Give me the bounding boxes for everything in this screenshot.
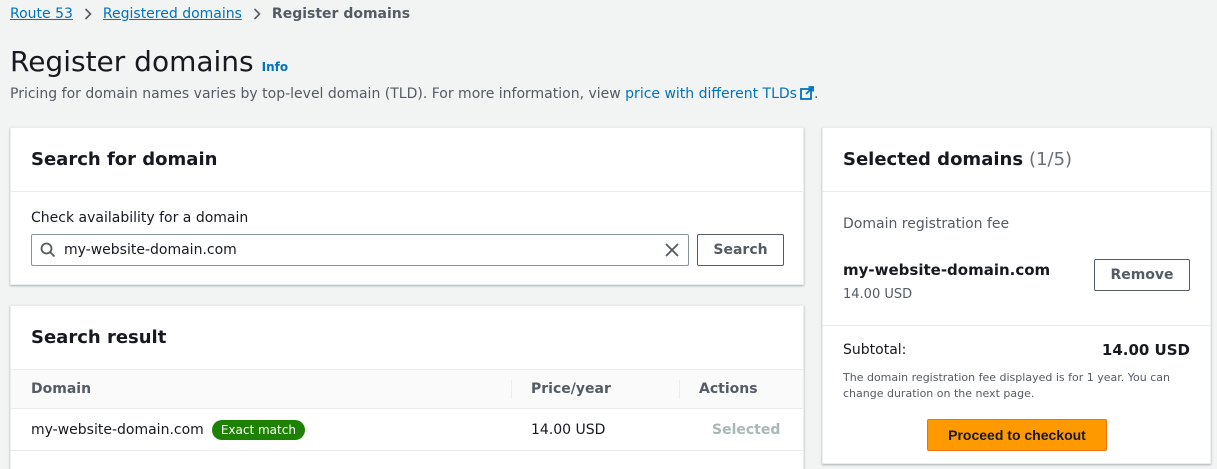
result-domain-name: my-website-domain.com — [31, 421, 204, 438]
selected-domains-panel: Selected domains (1/5) Domain registrati… — [822, 127, 1211, 464]
remove-button[interactable]: Remove — [1094, 259, 1190, 291]
proceed-to-checkout-button[interactable]: Proceed to checkout — [927, 419, 1107, 451]
selected-domain-name: my-website-domain.com — [843, 261, 1051, 279]
external-link-icon — [800, 86, 814, 104]
panel-title: Search result — [31, 327, 167, 348]
table-header: Domain Price/year Actions — [11, 370, 803, 409]
selected-button: Selected — [712, 421, 781, 438]
page-description-text: Pricing for domain names varies by top-l… — [10, 86, 626, 102]
panel-header: Selected domains (1/5) — [823, 128, 1210, 192]
search-field[interactable] — [31, 234, 689, 266]
fee-note: The domain registration fee displayed is… — [843, 371, 1170, 400]
chevron-right-icon — [84, 8, 92, 20]
column-header-actions: Actions — [679, 370, 803, 408]
search-result-panel: Search result Domain Price/year Actions … — [10, 305, 804, 469]
column-header-price: Price/year — [511, 370, 679, 408]
selected-domain-price: 14.00 USD — [843, 287, 913, 302]
panel-header: Search result — [11, 306, 803, 370]
selected-count: (1/5) — [1029, 149, 1073, 170]
tld-pricing-link[interactable]: price with different TLDs — [625, 86, 814, 102]
result-action-cell: Selected — [679, 409, 803, 450]
divider — [823, 325, 1210, 326]
result-domain-cell: my-website-domain.com Exact match — [11, 409, 511, 450]
search-input[interactable] — [64, 242, 656, 258]
search-domain-panel: Search for domain Check availability for… — [10, 127, 804, 285]
result-table: Domain Price/year Actions my-website-dom… — [11, 370, 803, 451]
breadcrumb: Route 53 Registered domains Register dom… — [10, 5, 410, 23]
breadcrumb-current: Register domains — [271, 6, 411, 22]
subtotal-value: 14.00 USD — [1101, 341, 1190, 359]
search-icon — [32, 242, 64, 258]
panel-title: Search for domain — [31, 149, 218, 170]
column-header-domain: Domain — [31, 381, 92, 397]
info-link[interactable]: Info — [262, 60, 288, 74]
panel-header: Search for domain — [11, 128, 803, 192]
chevron-right-icon — [253, 8, 261, 20]
panel-title: Selected domains — [843, 149, 1024, 170]
status-badge: Exact match — [211, 419, 305, 440]
page-title: Register domains — [10, 45, 254, 78]
breadcrumb-route53[interactable]: Route 53 — [10, 6, 73, 22]
close-icon[interactable] — [656, 235, 688, 265]
breadcrumb-registered-domains[interactable]: Registered domains — [103, 6, 242, 22]
fee-label: Domain registration fee — [843, 216, 1010, 232]
table-row: my-website-domain.com Exact match 14.00 … — [11, 409, 803, 451]
page-description-end: . — [813, 86, 819, 102]
subtotal-label: Subtotal: — [843, 342, 907, 358]
page-description: Pricing for domain names varies by top-l… — [10, 86, 818, 104]
tld-pricing-link-text: price with different TLDs — [625, 86, 797, 102]
result-price: 14.00 USD — [531, 421, 606, 438]
search-field-label: Check availability for a domain — [31, 210, 249, 226]
page-header: Register domains Info — [10, 45, 288, 79]
search-button[interactable]: Search — [697, 234, 784, 266]
